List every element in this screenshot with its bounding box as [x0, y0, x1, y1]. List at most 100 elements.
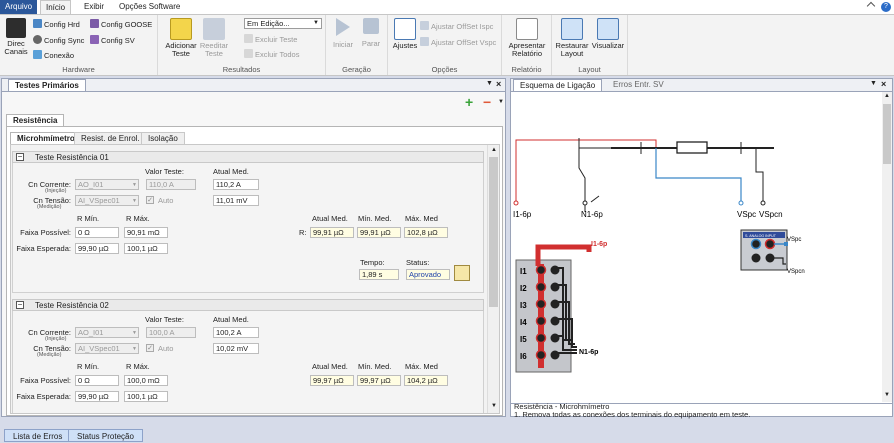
collapse-ribbon-icon[interactable]	[866, 1, 876, 11]
sv-icon	[90, 35, 99, 44]
possible-range-min: 0 Ω	[75, 375, 119, 386]
view-button[interactable]: Visualizar	[591, 18, 625, 50]
expected-range-min[interactable]: 99,90 µΩ	[75, 391, 119, 402]
delete-icon	[244, 34, 253, 43]
config-goose-button[interactable]: Config GOOSE	[90, 19, 152, 30]
resistance-max: 104,2 µΩ	[404, 375, 448, 386]
tab-microhmmeter[interactable]: Microhmímetro	[10, 132, 82, 144]
resistance-max: 102,8 µΩ	[404, 227, 448, 238]
menu-view[interactable]: Exibir	[79, 0, 109, 14]
config-hrd-button[interactable]: Config Hrd	[33, 19, 80, 30]
stop-icon	[363, 18, 379, 34]
add-test-button[interactable]: Adicionar Teste	[164, 18, 198, 58]
config-sv-button[interactable]: Config SV	[90, 35, 135, 46]
vertical-scrollbar[interactable]: ▲ ▼	[882, 92, 892, 402]
collapse-icon[interactable]: −	[16, 153, 24, 161]
test-header[interactable]: − Teste Resistência 02	[12, 299, 484, 311]
expected-range-max[interactable]: 100,1 µΩ	[124, 243, 168, 254]
connection-button[interactable]: Conexão	[33, 50, 74, 61]
voltage-measured-field: 11,01 mV	[213, 195, 259, 206]
menu-software-options[interactable]: Opções Software	[114, 0, 185, 14]
pin-dropdown-icon[interactable]: ▼	[486, 80, 493, 87]
expected-range-max[interactable]: 100,1 µΩ	[124, 391, 168, 402]
start-button[interactable]: Iniciar	[330, 18, 356, 49]
menu-file[interactable]: Arquivo	[0, 0, 38, 14]
clock-icon	[33, 35, 42, 44]
possible-range-max: 90,91 mΩ	[124, 227, 168, 238]
current-value-field[interactable]: 110,0 A	[146, 179, 196, 190]
collapse-icon[interactable]: −	[16, 301, 24, 309]
tab-protection-status[interactable]: Status Proteção	[68, 429, 143, 442]
tab-resistance[interactable]: Resistência	[6, 114, 65, 126]
scroll-up-icon[interactable]: ▲	[884, 93, 890, 99]
tab-winding-resistance[interactable]: Resist. de Enrol.	[74, 132, 147, 144]
close-icon[interactable]: ×	[496, 79, 501, 89]
direct-channels-button[interactable]: Direc Canais	[3, 18, 29, 56]
scroll-down-icon[interactable]: ▼	[884, 392, 890, 398]
tab-sv-input-errors[interactable]: Erros Entr. SV	[607, 79, 670, 91]
stop-button[interactable]: Parar	[358, 18, 384, 48]
help-icon[interactable]: ?	[881, 2, 891, 12]
delete-test-button[interactable]: Excluir Teste	[244, 34, 297, 45]
tab-insulation[interactable]: Isolação	[141, 132, 185, 144]
clear-brush-icon[interactable]	[454, 265, 470, 281]
wiring-diagram: I1-6p N1-6p VSpc VSpcn S. ANALOG INPUT V…	[513, 138, 805, 373]
svg-text:I6: I6	[520, 352, 527, 361]
offset-icon	[420, 37, 429, 46]
tab-error-list[interactable]: Lista de Erros	[4, 429, 72, 442]
svg-text:I3: I3	[520, 301, 527, 310]
vertical-scrollbar[interactable]: ▲ ▼	[487, 145, 499, 413]
chevron-down-icon: ▼	[132, 330, 137, 336]
close-icon[interactable]: ×	[881, 79, 886, 89]
settings-button[interactable]: Ajustes	[392, 18, 418, 50]
current-channel-select[interactable]: AO_I01 ▼	[75, 179, 139, 190]
layout-group: Restaurar Layout Visualizar Layout	[552, 15, 628, 75]
edit-test-button[interactable]: Reeditar Teste	[199, 18, 229, 58]
view-icon	[597, 18, 619, 40]
remove-icon[interactable]: −	[483, 95, 491, 109]
resistor-symbol	[676, 141, 708, 154]
current-measured-field: 110,2 A	[213, 179, 259, 190]
possible-range-max: 100,0 mΩ	[124, 375, 168, 386]
test-header[interactable]: − Teste Resistência 01	[12, 151, 484, 163]
edit-mode-select[interactable]: Em Edição... ▼	[244, 18, 322, 29]
play-icon	[336, 18, 350, 36]
expected-range-min[interactable]: 99,90 µΩ	[75, 243, 119, 254]
tab-wiring-diagram[interactable]: Esquema de Ligação	[513, 79, 603, 91]
voltage-channel-select[interactable]: AI_VSpec01 ▼	[75, 343, 139, 354]
connection-icon	[33, 50, 42, 59]
status-field: Aprovado	[406, 269, 450, 280]
scroll-down-icon[interactable]: ▼	[491, 403, 497, 409]
add-icon[interactable]: +	[465, 95, 473, 109]
present-report-button[interactable]: Apresentar Relatório	[506, 18, 548, 58]
tests-list: ▲ ▼ − Teste Resistência 01 Valor Teste: …	[10, 144, 500, 414]
delete-all-icon	[244, 49, 253, 58]
svg-text:I4: I4	[520, 318, 527, 327]
offset-vspc-button[interactable]: Ajustar OffSet Vspc	[420, 37, 496, 48]
svg-text:I2: I2	[520, 284, 527, 293]
menu-bar: Arquivo Início Exibir Opções Software ?	[0, 0, 894, 15]
delete-all-button[interactable]: Excluir Todos	[244, 49, 299, 60]
voltage-wire	[655, 148, 742, 202]
pin-dropdown-icon[interactable]: ▼	[870, 80, 877, 87]
current-channel-select[interactable]: AO_I01 ▼	[75, 327, 139, 338]
config-sync-button[interactable]: Config Sync	[33, 35, 84, 46]
channels-icon	[6, 18, 26, 38]
current-value-field[interactable]: 100,0 A	[146, 327, 196, 338]
hardware-icon	[33, 19, 42, 28]
current-wire	[515, 139, 657, 202]
scrollbar-thumb[interactable]	[883, 104, 891, 164]
scrollbar-thumb[interactable]	[489, 157, 498, 307]
tab-primary-tests[interactable]: Testes Primários	[8, 79, 86, 91]
svg-text:I1: I1	[520, 267, 527, 276]
menu-home[interactable]: Início	[40, 0, 72, 15]
auto-checkbox[interactable]: ✓	[146, 344, 154, 352]
scroll-up-icon[interactable]: ▲	[491, 147, 497, 153]
offset-ispc-button[interactable]: Ajustar OffSet Ispc	[420, 21, 493, 32]
restore-layout-button[interactable]: Restaurar Layout	[554, 18, 590, 58]
chevron-down-icon[interactable]: ▼	[498, 99, 504, 105]
possible-range-min: 0 Ω	[75, 227, 119, 238]
auto-checkbox[interactable]: ✓	[146, 196, 154, 204]
voltage-channel-select[interactable]: AI_VSpec01 ▼	[75, 195, 139, 206]
chevron-down-icon: ▼	[132, 198, 137, 204]
